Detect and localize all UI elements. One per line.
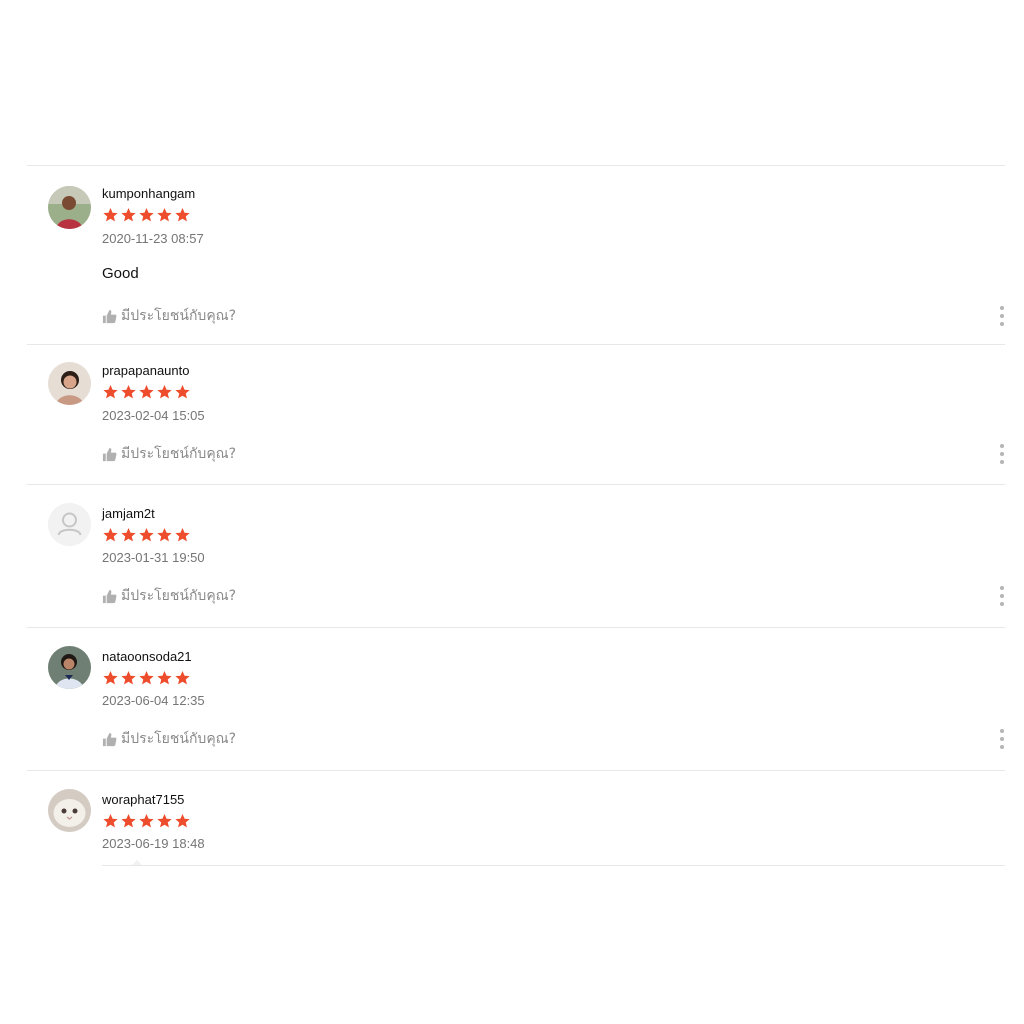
star-icon bbox=[175, 671, 190, 685]
star-icon bbox=[103, 528, 118, 542]
helpful-label: มีประโยชน์กับคุณ? bbox=[121, 446, 237, 462]
star-icon bbox=[157, 528, 172, 542]
star-icon bbox=[103, 814, 118, 828]
star-icon bbox=[175, 208, 190, 222]
more-options-icon[interactable] bbox=[999, 306, 1005, 326]
helpful-label: มีประโยชน์กับคุณ? bbox=[121, 588, 237, 604]
star-icon bbox=[103, 208, 118, 222]
thumbs-up-icon bbox=[102, 309, 117, 323]
thumbs-up-icon bbox=[102, 732, 117, 746]
thumbs-up-icon bbox=[102, 589, 117, 603]
star-icon bbox=[175, 814, 190, 828]
star-icon bbox=[157, 385, 172, 399]
star-icon bbox=[139, 528, 154, 542]
star-icon bbox=[139, 814, 154, 828]
star-icon bbox=[139, 208, 154, 222]
star-icon bbox=[103, 671, 118, 685]
star-icon bbox=[103, 385, 118, 399]
review-username: jamjam2t bbox=[102, 506, 155, 521]
review-item: jamjam2t 2023-01-31 19:50 มีประโยชน์กับค… bbox=[27, 484, 1005, 627]
avatar[interactable] bbox=[48, 186, 91, 229]
more-options-icon[interactable] bbox=[999, 729, 1005, 749]
star-icon bbox=[121, 385, 136, 399]
star-icon bbox=[121, 528, 136, 542]
review-date: 2023-01-31 19:50 bbox=[102, 550, 205, 565]
review-item: prapapanaunto 2023-02-04 15:05 มีประโยชน… bbox=[27, 344, 1005, 484]
default-user-icon bbox=[48, 503, 91, 546]
helpful-button[interactable]: มีประโยชน์กับคุณ? bbox=[102, 306, 236, 326]
star-icon bbox=[157, 671, 172, 685]
helpful-button[interactable]: มีประโยชน์กับคุณ? bbox=[102, 444, 236, 464]
star-rating bbox=[102, 527, 191, 543]
star-icon bbox=[139, 385, 154, 399]
avatar[interactable] bbox=[48, 646, 91, 689]
helpful-label: มีประโยชน์กับคุณ? bbox=[121, 308, 237, 324]
review-item: kumponhangam 2020-11-23 08:57 Good มีประ… bbox=[27, 165, 1005, 344]
star-icon bbox=[175, 385, 190, 399]
review-date: 2023-02-04 15:05 bbox=[102, 408, 205, 423]
review-username: nataoonsoda21 bbox=[102, 649, 192, 664]
star-rating bbox=[102, 670, 191, 686]
review-item: woraphat7155 2023-06-19 18:48 bbox=[27, 770, 1005, 867]
star-rating bbox=[102, 207, 191, 223]
star-rating bbox=[102, 384, 191, 400]
star-icon bbox=[121, 814, 136, 828]
review-username: woraphat7155 bbox=[102, 792, 185, 807]
more-options-icon[interactable] bbox=[999, 444, 1005, 464]
review-username: prapapanaunto bbox=[102, 363, 190, 378]
review-comment: Good bbox=[102, 265, 139, 282]
avatar[interactable] bbox=[48, 503, 91, 546]
avatar[interactable] bbox=[48, 362, 91, 405]
star-icon bbox=[121, 671, 136, 685]
review-date: 2020-11-23 08:57 bbox=[102, 231, 204, 246]
star-icon bbox=[139, 671, 154, 685]
helpful-button[interactable]: มีประโยชน์กับคุณ? bbox=[102, 586, 236, 606]
more-options-icon[interactable] bbox=[999, 586, 1005, 606]
star-icon bbox=[121, 208, 136, 222]
star-rating bbox=[102, 813, 191, 829]
review-item: nataoonsoda21 2023-06-04 12:35 มีประโยชน… bbox=[27, 627, 1005, 770]
star-icon bbox=[175, 528, 190, 542]
helpful-button[interactable]: มีประโยชน์กับคุณ? bbox=[102, 729, 236, 749]
thumbs-up-icon bbox=[102, 447, 117, 461]
review-list: kumponhangam 2020-11-23 08:57 Good มีประ… bbox=[27, 165, 1005, 867]
divider bbox=[102, 865, 1005, 866]
review-username: kumponhangam bbox=[102, 186, 196, 201]
helpful-label: มีประโยชน์กับคุณ? bbox=[121, 731, 237, 747]
review-date: 2023-06-19 18:48 bbox=[102, 836, 205, 851]
review-date: 2023-06-04 12:35 bbox=[102, 693, 205, 708]
star-icon bbox=[157, 814, 172, 828]
avatar[interactable] bbox=[48, 789, 91, 832]
star-icon bbox=[157, 208, 172, 222]
